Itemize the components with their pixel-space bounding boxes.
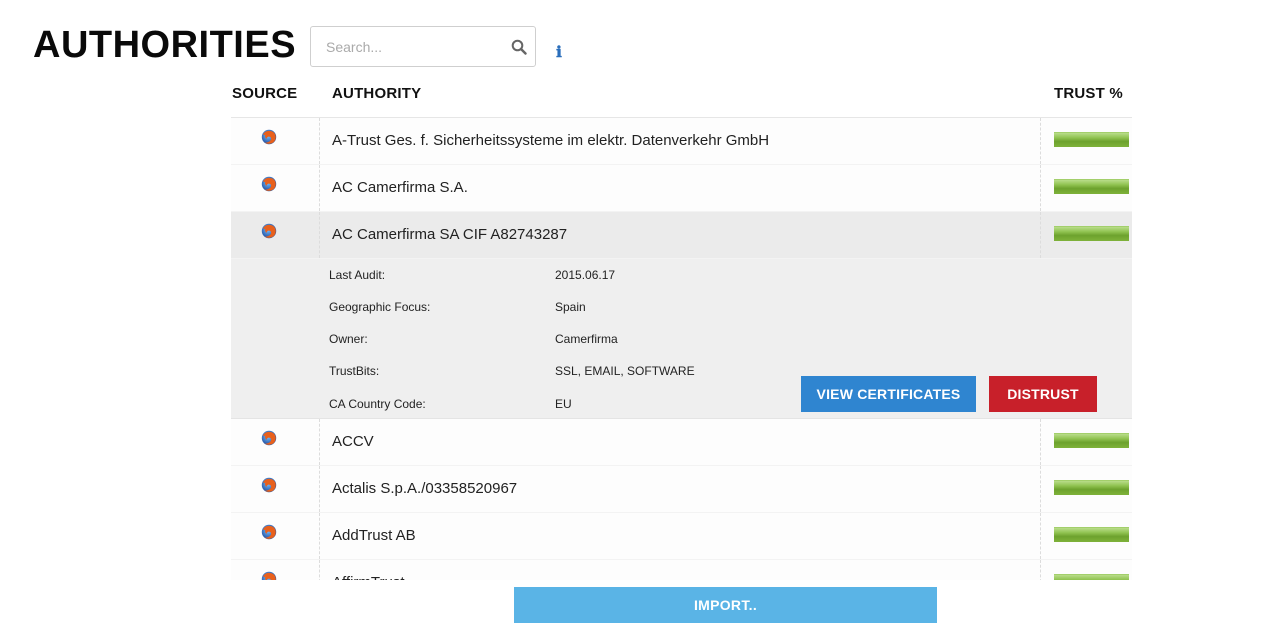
detail-value: Camerfirma bbox=[555, 332, 618, 346]
firefox-icon bbox=[261, 430, 277, 446]
firefox-icon bbox=[261, 571, 277, 580]
source-cell bbox=[231, 560, 320, 580]
trust-bar bbox=[1054, 480, 1129, 495]
header-source[interactable]: SOURCE bbox=[232, 85, 297, 102]
table-body: A-Trust Ges. f. Sicherheitssysteme im el… bbox=[231, 118, 1132, 580]
source-cell bbox=[231, 513, 320, 559]
firefox-icon bbox=[261, 176, 277, 192]
detail-value: 2015.06.17 bbox=[555, 268, 616, 282]
search-input[interactable] bbox=[311, 27, 507, 66]
detail-value: SSL, EMAIL, SOFTWARE bbox=[555, 364, 695, 378]
source-cell bbox=[231, 118, 320, 164]
info-icon[interactable]: ℹ bbox=[553, 44, 565, 60]
table-header: SOURCE AUTHORITY TRUST % bbox=[231, 76, 1132, 118]
table-row[interactable]: AffirmTrust bbox=[231, 560, 1132, 580]
authority-name: AC Camerfirma S.A. bbox=[332, 179, 468, 196]
detail-label: Owner: bbox=[329, 332, 368, 346]
source-cell bbox=[231, 466, 320, 512]
trust-cell bbox=[1040, 466, 1132, 512]
header-trust[interactable]: TRUST % bbox=[1054, 85, 1123, 102]
authority-name: Actalis S.p.A./03358520967 bbox=[332, 480, 518, 497]
import-button[interactable]: IMPORT.. bbox=[514, 587, 937, 623]
authority-name: ACCV bbox=[332, 433, 374, 450]
detail-label: CA Country Code: bbox=[329, 397, 426, 411]
table-row[interactable]: A-Trust Ges. f. Sicherheitssysteme im el… bbox=[231, 118, 1132, 165]
authorities-page: AUTHORITIES ℹ SOURCE AUTHORITY TRUST % A… bbox=[0, 0, 1281, 630]
trust-bar bbox=[1054, 527, 1129, 542]
firefox-icon bbox=[261, 524, 277, 540]
table-row[interactable]: AddTrust AB bbox=[231, 513, 1132, 560]
source-cell bbox=[231, 165, 320, 211]
trust-cell bbox=[1040, 212, 1132, 258]
trust-cell bbox=[1040, 118, 1132, 164]
trust-cell bbox=[1040, 165, 1132, 211]
table-row[interactable]: AC Camerfirma S.A. bbox=[231, 165, 1132, 212]
detail-label: Last Audit: bbox=[329, 268, 386, 282]
source-cell bbox=[231, 212, 320, 258]
authority-name: AffirmTrust bbox=[332, 574, 405, 580]
trust-bar bbox=[1054, 433, 1129, 448]
authorities-table: SOURCE AUTHORITY TRUST % A-Trust Ges. f.… bbox=[231, 76, 1132, 580]
table-row[interactable]: Actalis S.p.A./03358520967 bbox=[231, 466, 1132, 513]
firefox-icon bbox=[261, 129, 277, 145]
search-icon[interactable] bbox=[511, 39, 527, 55]
detail-value: Spain bbox=[555, 300, 586, 314]
view-certificates-button[interactable]: VIEW CERTIFICATES bbox=[801, 376, 976, 412]
firefox-icon bbox=[261, 477, 277, 493]
trust-bar bbox=[1054, 179, 1129, 194]
table-row[interactable]: ACCV bbox=[231, 419, 1132, 466]
source-cell bbox=[231, 419, 320, 465]
trust-cell bbox=[1040, 560, 1132, 580]
table-row[interactable]: AC Camerfirma SA CIF A82743287 bbox=[231, 212, 1132, 259]
authority-name: AddTrust AB bbox=[332, 527, 416, 544]
search-box[interactable] bbox=[310, 26, 536, 67]
authority-details: Last Audit: 2015.06.17 Geographic Focus: Sp… bbox=[231, 259, 1132, 419]
detail-label: Geographic Focus: bbox=[329, 300, 431, 314]
trust-bar bbox=[1054, 226, 1129, 241]
trust-cell bbox=[1040, 513, 1132, 559]
authority-name: AC Camerfirma SA CIF A82743287 bbox=[332, 226, 568, 243]
page-title: AUTHORITIES bbox=[33, 24, 297, 66]
trust-cell bbox=[1040, 419, 1132, 465]
header-authority[interactable]: AUTHORITY bbox=[332, 85, 421, 102]
distrust-button[interactable]: DISTRUST bbox=[989, 376, 1097, 412]
detail-label: TrustBits: bbox=[329, 364, 380, 378]
authority-name: A-Trust Ges. f. Sicherheitssysteme im el… bbox=[332, 132, 770, 149]
firefox-icon bbox=[261, 223, 277, 239]
detail-value: EU bbox=[555, 397, 572, 411]
trust-bar bbox=[1054, 132, 1129, 147]
trust-bar bbox=[1054, 574, 1129, 580]
